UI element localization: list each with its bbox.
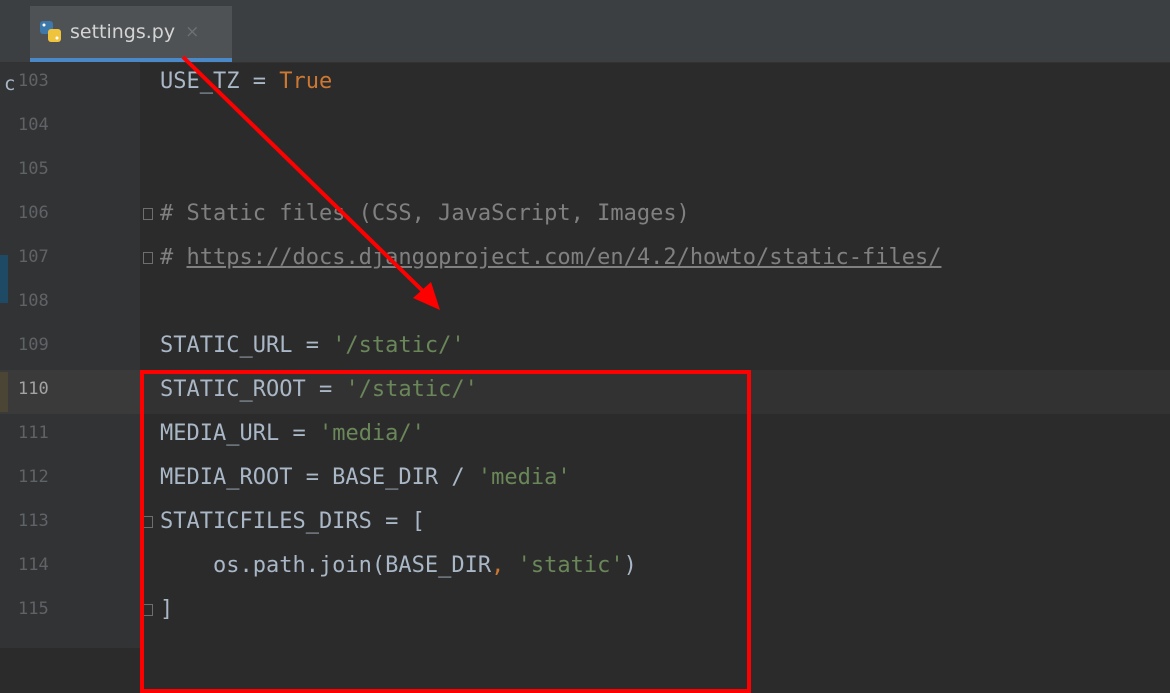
annotation-arrow [181,55,440,310]
